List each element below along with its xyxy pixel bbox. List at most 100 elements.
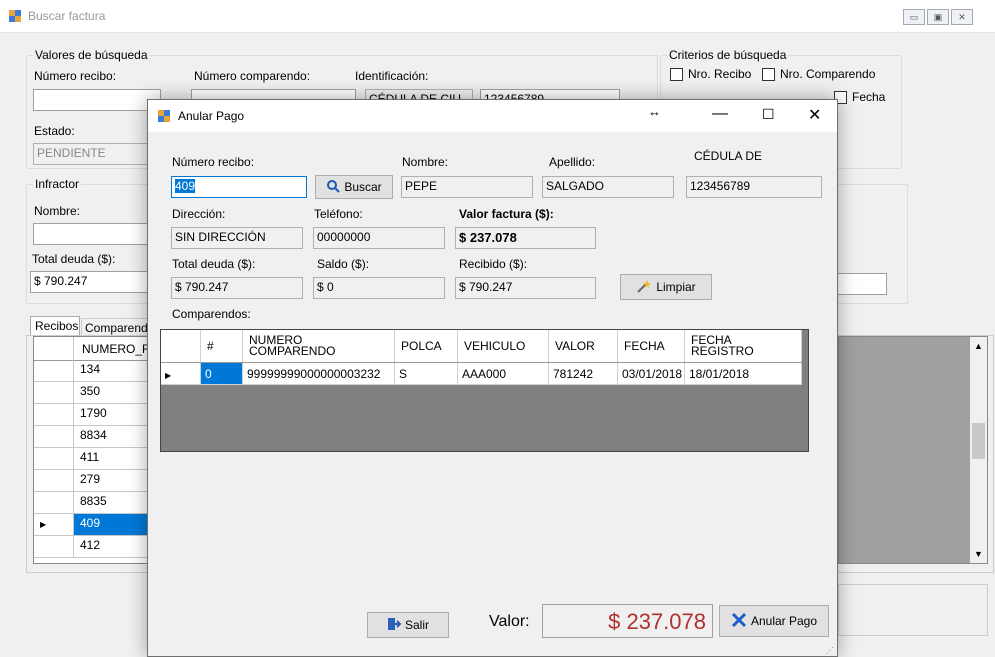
grid-row-selector[interactable] (34, 448, 74, 470)
crit-comparendo-checkbox[interactable] (762, 68, 775, 81)
col-header-fecha-registro[interactable]: FECHA REGISTRO (685, 330, 802, 362)
numero-recibo-input[interactable]: 409 (171, 176, 307, 198)
bg-numero-comparendo-label: Número comparendo: (194, 69, 311, 83)
bg-extra-input[interactable] (835, 273, 887, 295)
limpiar-button[interactable]: Limpiar (620, 274, 712, 300)
maximize-icon[interactable]: ▣ (927, 9, 949, 25)
recibo-row-cell[interactable]: 350 (74, 382, 149, 404)
dialog-maximize-icon[interactable]: ☐ (762, 106, 775, 123)
infractor-group-label: Infractor (33, 177, 82, 191)
grid-row-selector[interactable] (34, 536, 74, 558)
dialog-close-icon[interactable]: ✕ (808, 105, 821, 125)
recibido-label: Recibido ($): (459, 257, 528, 271)
grid-row-selector[interactable] (34, 360, 74, 382)
comparendo-cell-valor[interactable]: 781242 (549, 363, 618, 385)
apellido-field[interactable]: SALGADO (542, 176, 674, 198)
recibo-row-cell[interactable]: 8835 (74, 492, 149, 514)
telefono-field[interactable]: 00000000 (313, 227, 445, 249)
numero-recibo-value: 409 (175, 179, 196, 193)
row-selector[interactable]: ▶ (161, 363, 201, 385)
crit-recibo-checkbox[interactable] (670, 68, 683, 81)
dialog-minimize-icon[interactable]: — (712, 105, 728, 123)
direccion-field[interactable]: SIN DIRECCIÓN (171, 227, 303, 249)
bg-identificacion-label: Identificación: (355, 69, 429, 83)
comparendo-cell-polca[interactable]: S (395, 363, 458, 385)
saldo-label: Saldo ($): (317, 257, 370, 271)
grid-row-selector[interactable] (34, 382, 74, 404)
recibo-row-cell[interactable]: 412 (74, 536, 149, 558)
total-deuda-field[interactable]: $ 790.247 (171, 277, 303, 299)
recibo-row-cell[interactable]: 279 (74, 470, 149, 492)
col-header-num[interactable]: # (201, 330, 243, 362)
cedula-field[interactable]: 123456789 (686, 176, 822, 198)
recibo-row-cell[interactable]: 1790 (74, 404, 149, 426)
comparendo-cell-num[interactable]: 0 (201, 363, 243, 385)
resize-grip-icon[interactable]: ⋰ (826, 646, 834, 655)
grid-row-selector[interactable] (34, 492, 74, 514)
bg-window-titlebar: Buscar factura ▭ ▣ ✕ (0, 0, 995, 33)
comparendo-cell-fecha-registro[interactable]: 18/01/2018 (685, 363, 802, 385)
col-header-vehiculo[interactable]: VEHICULO (458, 330, 549, 362)
bg-numero-recibo-label: Número recibo: (34, 69, 117, 83)
recibo-row-cell[interactable]: 411 (74, 448, 149, 470)
tab-recibos[interactable]: Recibos (30, 316, 80, 336)
current-row-icon: ▶ (165, 371, 172, 380)
recibos-grid[interactable]: NUMERO_R 134 350 1790 8834 411 279 8835 ▶ 409 412 (33, 336, 150, 564)
dialog-app-icon (158, 110, 170, 125)
magic-wand-icon (636, 279, 652, 296)
bottom-panel (838, 584, 988, 636)
valor-factura-label: Valor factura ($): (459, 207, 554, 221)
bg-estado-select[interactable]: PENDIENTE (33, 143, 151, 165)
limpiar-button-label: Limpiar (656, 280, 696, 294)
col-header-fecha[interactable]: FECHA (618, 330, 685, 362)
salir-button[interactable]: Salir (367, 612, 449, 638)
comparendos-grid[interactable]: # NUMERO COMPARENDO POLCA VEHICULO VALOR… (160, 329, 809, 452)
valor-factura-field[interactable]: $ 237.078 (455, 227, 596, 249)
bg-total-deuda-label: Total deuda ($): (32, 252, 116, 266)
anular-pago-button[interactable]: Anular Pago (719, 605, 829, 637)
grid-row-selector[interactable]: ▶ (34, 514, 74, 536)
recibo-row-cell[interactable]: 409 (74, 514, 149, 536)
buscar-button-label: Buscar (344, 180, 382, 194)
bg-numero-recibo-input[interactable] (33, 89, 161, 111)
crit-fecha-label: Fecha (852, 90, 886, 104)
recibido-field[interactable]: $ 790.247 (455, 277, 596, 299)
bg-total-deuda-input[interactable]: $ 790.247 (30, 271, 151, 293)
recibo-row-cell[interactable]: 8834 (74, 426, 149, 448)
criteria-group-label: Criterios de búsqueda (667, 48, 789, 62)
close-icon[interactable]: ✕ (951, 9, 973, 25)
crit-comparendo-label: Nro. Comparendo (780, 67, 876, 81)
scroll-up-icon[interactable]: ▲ (974, 341, 983, 351)
vertical-scrollbar[interactable]: ▲ ▼ (970, 337, 987, 563)
anular-pago-button-label: Anular Pago (750, 614, 818, 628)
comparendo-cell-vehiculo[interactable]: AAA000 (458, 363, 549, 385)
minimize-icon[interactable]: ▭ (903, 9, 925, 25)
comparendo-cell-numero[interactable]: 99999999000000003232 (243, 363, 395, 385)
col-header-numero-comparendo[interactable]: NUMERO COMPARENDO (243, 330, 395, 362)
tab-comparendos[interactable]: Comparendo (81, 318, 151, 336)
recibo-row-cell[interactable]: 134 (74, 360, 149, 382)
nombre-field[interactable]: PEPE (401, 176, 533, 198)
bg-nombre-label: Nombre: (34, 204, 81, 218)
comparendo-cell-fecha[interactable]: 03/01/2018 (618, 363, 685, 385)
buscar-button[interactable]: Buscar (315, 175, 393, 199)
saldo-field[interactable]: $ 0 (313, 277, 445, 299)
numero-recibo-label: Número recibo: (172, 155, 255, 169)
grid-row-selector[interactable] (34, 404, 74, 426)
current-row-icon: ▶ (40, 520, 47, 529)
app-icon (9, 10, 21, 22)
anular-pago-dialog: Anular Pago ↔ — ☐ ✕ Número recibo: Nombr… (147, 99, 838, 657)
scrollbar-thumb[interactable] (972, 423, 985, 459)
total-deuda-label: Total deuda ($): (172, 257, 256, 271)
x-cancel-icon (731, 612, 747, 631)
col-header-valor[interactable]: VALOR (549, 330, 618, 362)
comparendos-grid-header: # NUMERO COMPARENDO POLCA VEHICULO VALOR… (161, 330, 802, 363)
grid-row-selector[interactable] (34, 470, 74, 492)
bg-window-title: Buscar factura (28, 9, 106, 23)
bg-nombre-input[interactable] (33, 223, 151, 245)
col-header-polca[interactable]: POLCA (395, 330, 458, 362)
dialog-titlebar: Anular Pago ↔ — ☐ ✕ (148, 100, 837, 132)
grid-row-selector[interactable] (34, 426, 74, 448)
scroll-down-icon[interactable]: ▼ (974, 549, 983, 559)
bg-estado-label: Estado: (34, 124, 75, 138)
